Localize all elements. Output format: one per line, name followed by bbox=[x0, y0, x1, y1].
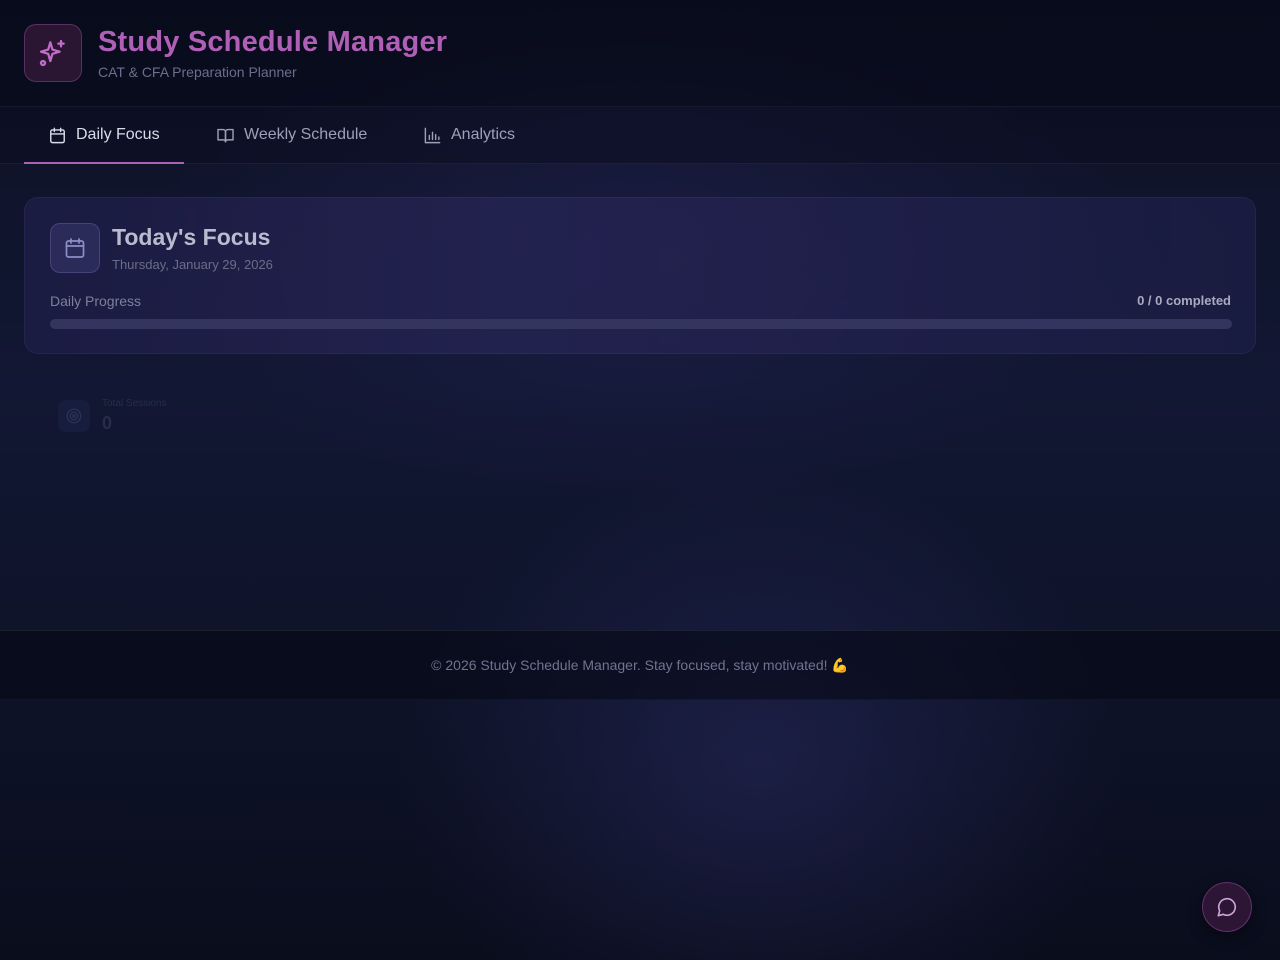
chat-button[interactable] bbox=[1202, 882, 1252, 932]
tab-daily-focus[interactable]: Daily Focus bbox=[24, 107, 184, 164]
stat-value: 0 bbox=[102, 413, 113, 433]
sparkles-icon bbox=[39, 39, 65, 67]
stat-icon-box bbox=[58, 400, 90, 432]
progress-bar bbox=[50, 319, 1232, 329]
bar-chart-icon bbox=[424, 127, 441, 143]
app-logo bbox=[24, 24, 82, 82]
app-title: Study Schedule Manager bbox=[98, 26, 448, 58]
stat-label: Total Sessions bbox=[102, 398, 167, 409]
progress-label: Daily Progress bbox=[50, 293, 142, 309]
footer-text: © 2026 Study Schedule Manager. Stay focu… bbox=[431, 656, 849, 673]
app-header: Study Schedule Manager CAT & CFA Prepara… bbox=[0, 0, 1280, 107]
tab-analytics[interactable]: Analytics bbox=[423, 107, 515, 163]
tab-label: Daily Focus bbox=[76, 126, 160, 143]
calendar-icon bbox=[50, 127, 65, 143]
stats-area: Total Sessions 0 bbox=[40, 380, 340, 460]
card-icon-box bbox=[50, 223, 100, 273]
current-date: Thursday, January 29, 2026 bbox=[112, 257, 273, 272]
main-tabs: Daily Focus Weekly Schedule Analytics bbox=[0, 107, 1280, 164]
calendar-icon bbox=[65, 238, 85, 258]
message-circle-icon bbox=[1217, 897, 1237, 917]
tab-label: Weekly Schedule bbox=[244, 126, 368, 143]
progress-count: 0 / 0 completed bbox=[1137, 293, 1231, 308]
tab-weekly-schedule[interactable]: Weekly Schedule bbox=[216, 107, 367, 163]
app-subtitle: CAT & CFA Preparation Planner bbox=[98, 64, 297, 80]
page-footer: © 2026 Study Schedule Manager. Stay focu… bbox=[0, 630, 1280, 700]
todays-focus-card: Today's Focus Thursday, January 29, 2026… bbox=[24, 197, 1256, 354]
book-open-icon bbox=[217, 128, 234, 143]
target-icon bbox=[66, 408, 82, 424]
tab-label: Analytics bbox=[451, 126, 516, 143]
card-title: Today's Focus bbox=[112, 224, 271, 250]
